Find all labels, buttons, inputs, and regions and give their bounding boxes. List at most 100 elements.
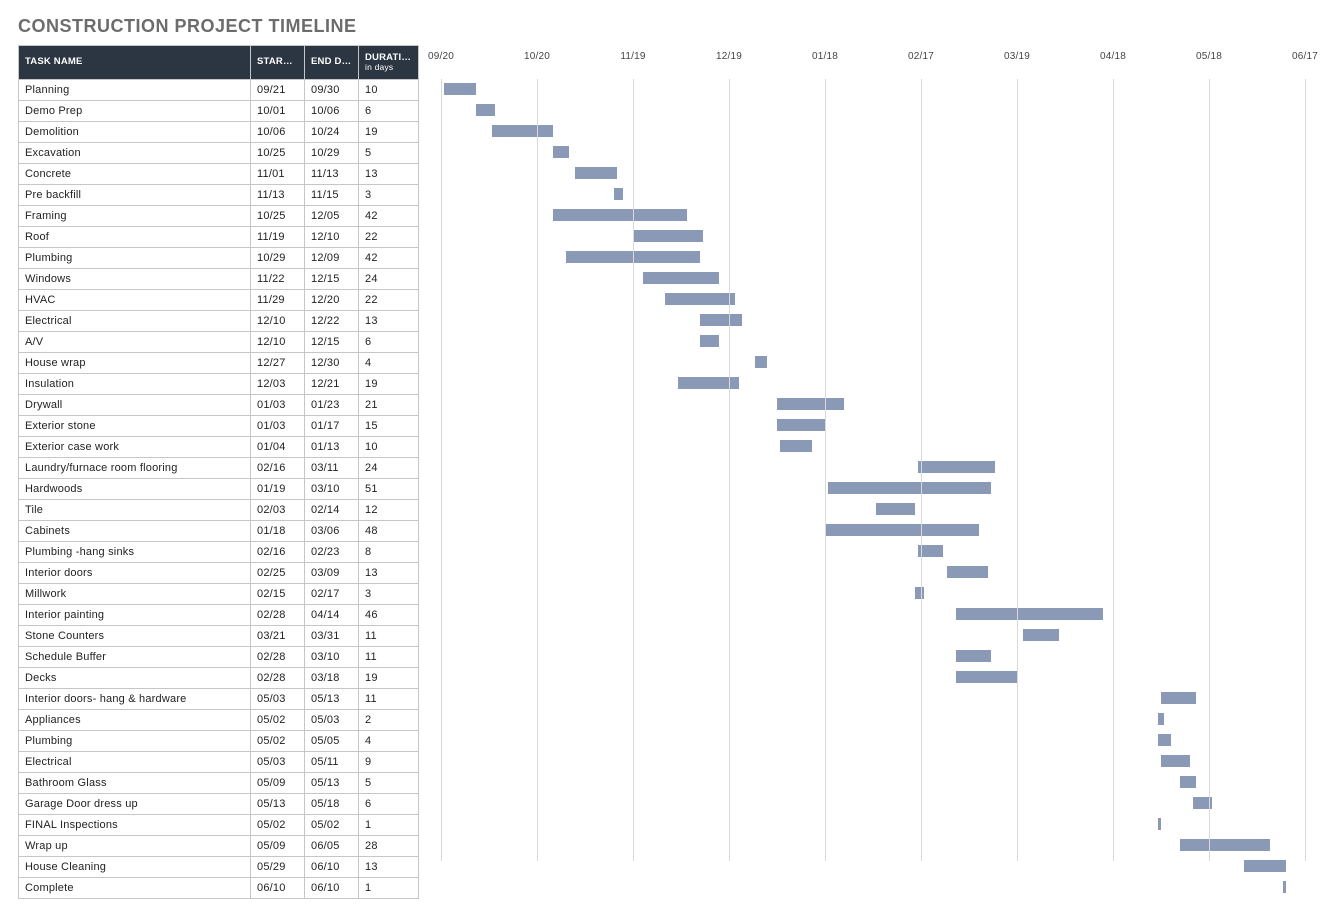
cell-end: 04/14 [305,605,359,626]
cell-start: 02/28 [251,605,305,626]
cell-duration: 22 [359,227,419,248]
cell-duration: 1 [359,815,419,836]
cell-start: 02/15 [251,584,305,605]
gantt-bar [1158,713,1164,725]
gantt-bar [1244,860,1286,872]
gantt-bar [780,440,812,452]
cell-start: 05/03 [251,752,305,773]
cell-end: 11/13 [305,164,359,185]
cell-end: 02/14 [305,500,359,521]
cell-end: 01/23 [305,395,359,416]
cell-start: 11/13 [251,185,305,206]
gantt-bar [444,83,476,95]
cell-duration: 46 [359,605,419,626]
cell-end: 05/11 [305,752,359,773]
table-row: Plumbing -hang sinks02/1602/238 [19,542,419,563]
cell-task-name: House Cleaning [19,857,251,878]
cell-task-name: Stone Counters [19,626,251,647]
axis-tick: 01/18 [812,51,838,62]
table-row: HVAC11/2912/2022 [19,290,419,311]
cell-task-name: Interior doors [19,563,251,584]
cell-start: 01/19 [251,479,305,500]
gantt-bar [918,461,995,473]
table-row: Tile02/0302/1412 [19,500,419,521]
cell-duration: 6 [359,101,419,122]
cell-duration: 10 [359,80,419,101]
cell-duration: 42 [359,206,419,227]
cell-task-name: Laundry/furnace room flooring [19,458,251,479]
axis-tick: 06/17 [1292,51,1318,62]
gantt-bar [643,272,720,284]
col-task-name: TASK NAME [19,46,251,80]
cell-task-name: Plumbing [19,248,251,269]
cell-duration: 19 [359,122,419,143]
col-start: START DATE [251,46,305,80]
cell-task-name: Planning [19,80,251,101]
table-row: Concrete11/0111/1313 [19,164,419,185]
gantt-bar [876,503,914,515]
cell-task-name: Interior doors- hang & hardware [19,689,251,710]
cell-start: 06/10 [251,878,305,899]
cell-task-name: Windows [19,269,251,290]
cell-task-name: Roof [19,227,251,248]
table-row: Exterior stone01/0301/1715 [19,416,419,437]
axis-tick: 11/19 [620,51,645,62]
cell-start: 02/25 [251,563,305,584]
cell-task-name: Drywall [19,395,251,416]
table-row: Electrical12/1012/2213 [19,311,419,332]
cell-task-name: Excavation [19,143,251,164]
gantt-bar [553,209,687,221]
cell-end: 06/10 [305,857,359,878]
cell-duration: 21 [359,395,419,416]
cell-duration: 13 [359,857,419,878]
cell-start: 11/29 [251,290,305,311]
cell-start: 11/01 [251,164,305,185]
table-row: Demo Prep10/0110/066 [19,101,419,122]
cell-duration: 8 [359,542,419,563]
cell-end: 06/10 [305,878,359,899]
cell-start: 02/28 [251,647,305,668]
table-row: Exterior case work01/0401/1310 [19,437,419,458]
cell-end: 05/13 [305,689,359,710]
cell-duration: 5 [359,773,419,794]
cell-start: 10/01 [251,101,305,122]
cell-end: 03/10 [305,647,359,668]
cell-task-name: Electrical [19,311,251,332]
gantt-bar [915,587,925,599]
cell-end: 12/10 [305,227,359,248]
cell-end: 05/05 [305,731,359,752]
cell-end: 10/29 [305,143,359,164]
cell-start: 10/25 [251,143,305,164]
cell-duration: 2 [359,710,419,731]
axis-tick: 03/19 [1004,51,1030,62]
table-row: Planning09/2109/3010 [19,80,419,101]
gantt-plot [441,79,1305,861]
gridline [441,79,442,861]
gantt-bar [1161,692,1196,704]
cell-end: 12/21 [305,374,359,395]
table-row: Garage Door dress up05/1305/186 [19,794,419,815]
table-row: House Cleaning05/2906/1013 [19,857,419,878]
gantt-bar [700,335,719,347]
table-row: Complete06/1006/101 [19,878,419,899]
cell-task-name: Concrete [19,164,251,185]
cell-duration: 48 [359,521,419,542]
axis-tick: 02/17 [908,51,934,62]
cell-start: 02/16 [251,542,305,563]
cell-duration: 28 [359,836,419,857]
gantt-bar [755,356,768,368]
cell-end: 12/20 [305,290,359,311]
cell-start: 12/03 [251,374,305,395]
axis-tick: 12/19 [716,51,742,62]
gantt-bar [1161,755,1190,767]
gridline [729,79,730,861]
cell-start: 01/04 [251,437,305,458]
cell-task-name: A/V [19,332,251,353]
cell-end: 03/11 [305,458,359,479]
page-title: CONSTRUCTION PROJECT TIMELINE [18,16,1305,37]
gridline [633,79,634,861]
cell-end: 02/23 [305,542,359,563]
cell-end: 12/05 [305,206,359,227]
col-duration: DURATIONin days [359,46,419,80]
cell-start: 01/03 [251,416,305,437]
